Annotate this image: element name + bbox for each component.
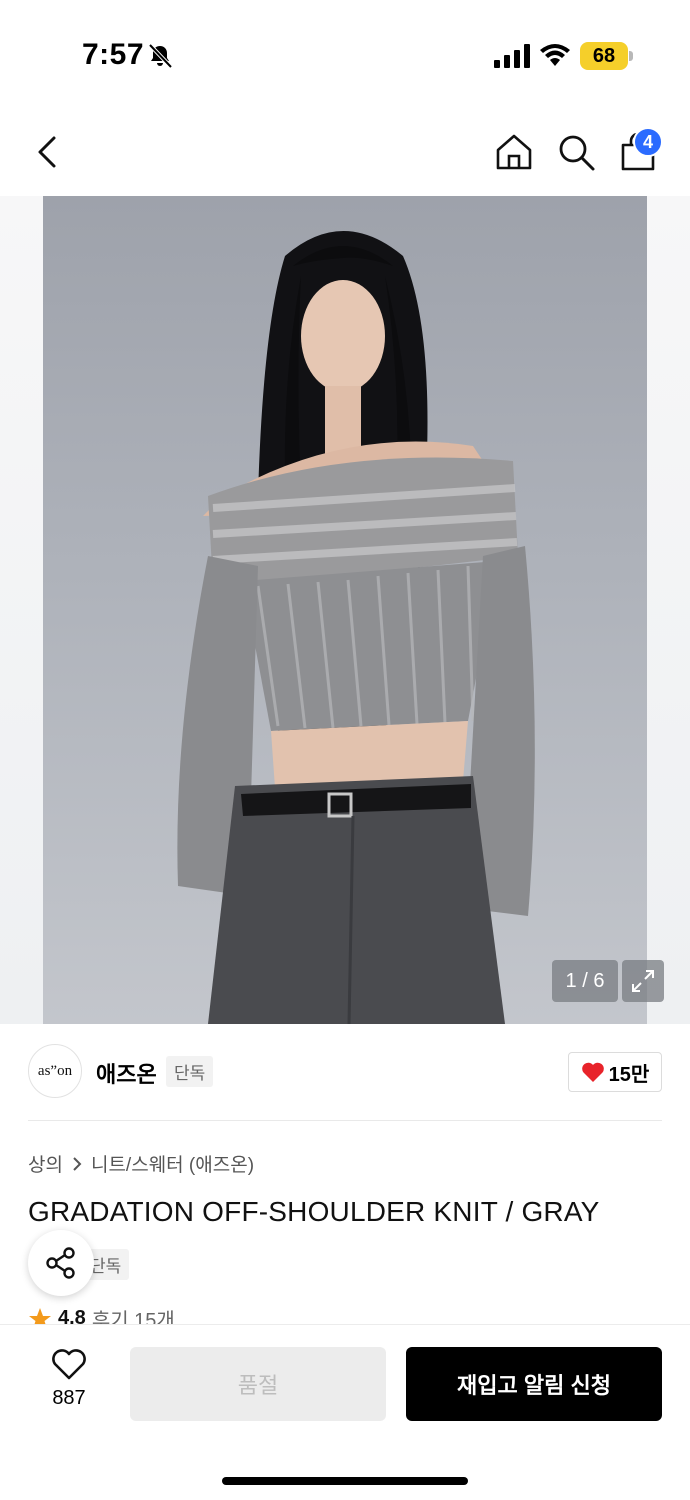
wifi-icon (540, 44, 570, 66)
wishlist-count: 887 (52, 1387, 86, 1409)
product-photo[interactable] (43, 196, 647, 1024)
signal-icon (494, 44, 530, 68)
home-button[interactable] (490, 128, 538, 176)
search-button[interactable] (552, 128, 600, 176)
model-illustration (177, 231, 535, 1024)
brand-like-count: 15만 (608, 1063, 650, 1086)
top-nav (0, 110, 690, 190)
back-button[interactable] (24, 128, 72, 176)
battery-indicator: 68 (580, 42, 628, 70)
bell-off-icon (148, 43, 173, 69)
brand-like-button[interactable]: 15만 (568, 1052, 662, 1092)
cart-count-badge: 4 (633, 127, 663, 157)
expand-image-button[interactable] (622, 960, 664, 1002)
battery-tip (629, 51, 633, 61)
product-gallery[interactable] (0, 196, 690, 1024)
status-bar: 7:57 68 (0, 0, 690, 100)
breadcrumb: 상의 니트/스웨터 (애즈온) (28, 1150, 254, 1177)
heart-outline-icon (52, 1349, 86, 1380)
expand-icon (632, 970, 654, 992)
wishlist-button[interactable]: 887 (36, 1349, 102, 1423)
brand-row: as”on 애즈온 단독 15만 (28, 1040, 662, 1104)
share-icon (46, 1247, 75, 1279)
image-page-indicator: 1 / 6 (552, 960, 618, 1002)
status-time: 7:57 (82, 38, 145, 71)
home-icon (496, 134, 532, 170)
chevron-right-icon (73, 1156, 82, 1171)
product-title: GRADATION OFF-SHOULDER KNIT / GRAY (28, 1196, 600, 1227)
breadcrumb-item-category[interactable]: 니트/스웨터 (애즈온) (91, 1150, 254, 1177)
divider (28, 1120, 662, 1121)
soldout-button[interactable]: 품절 (130, 1347, 386, 1421)
bottom-action-bar: 887 품절 재입고 알림 신청 (0, 1324, 690, 1500)
chevron-left-icon (38, 136, 56, 168)
share-button[interactable] (28, 1230, 94, 1296)
home-indicator (222, 1477, 468, 1485)
search-icon (559, 135, 595, 171)
brand-logo[interactable]: as”on (28, 1044, 82, 1098)
breadcrumb-item-top[interactable]: 상의 (28, 1150, 63, 1177)
restock-alert-button[interactable]: 재입고 알림 신청 (406, 1347, 662, 1421)
brand-name[interactable]: 애즈온 (96, 1057, 157, 1089)
heart-filled-icon (581, 1062, 604, 1082)
brand-exclusive-badge: 단독 (166, 1056, 214, 1087)
